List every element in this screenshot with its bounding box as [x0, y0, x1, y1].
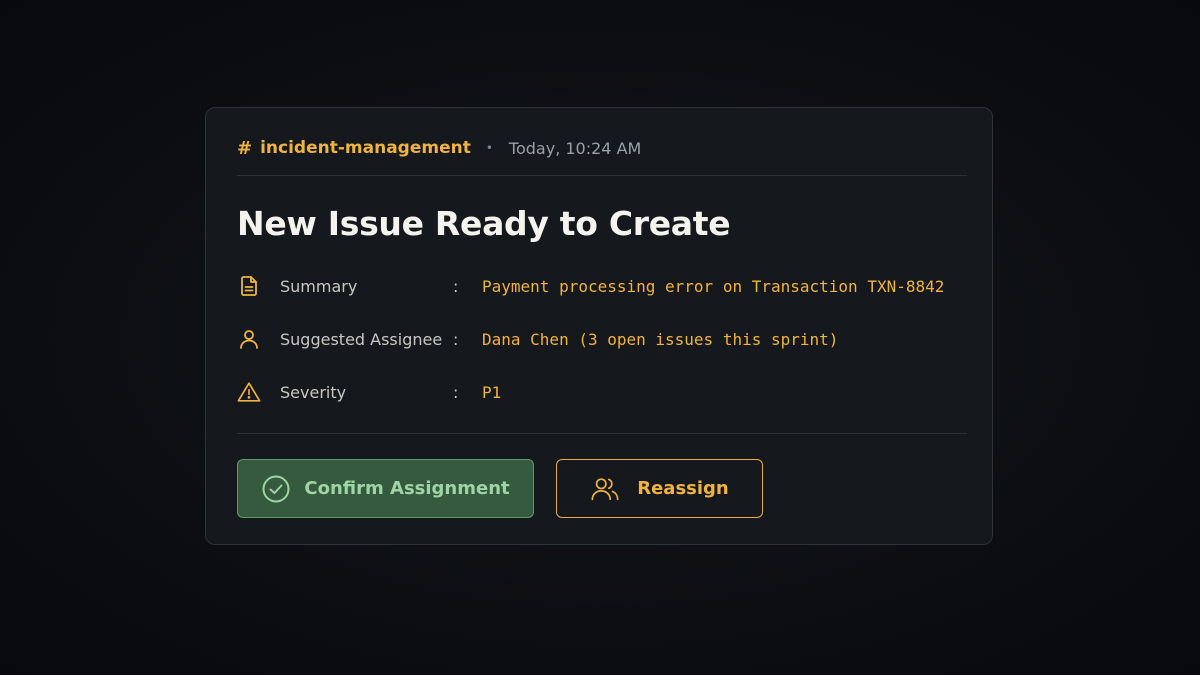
field-severity: Severity : P1	[237, 377, 501, 407]
confirm-assignment-button[interactable]: Confirm Assignment	[237, 459, 534, 518]
page-title: New Issue Ready to Create	[237, 204, 731, 243]
reassign-button[interactable]: Reassign	[556, 459, 763, 518]
field-assignee: Suggested Assignee : Dana Chen (3 open i…	[237, 324, 838, 354]
reassign-button-label: Reassign	[637, 478, 729, 499]
users-icon	[590, 474, 620, 504]
issue-card: # incident-management • Today, 10:24 AM …	[205, 107, 993, 545]
warning-icon	[237, 380, 261, 404]
field-value: Payment processing error on Transaction …	[482, 276, 945, 296]
field-colon: :	[453, 382, 459, 402]
field-label: Severity	[280, 382, 347, 402]
message-timestamp: Today, 10:24 AM	[508, 138, 642, 158]
confirm-button-label: Confirm Assignment	[304, 478, 510, 499]
header-separator: •	[485, 141, 493, 155]
field-value: Dana Chen (3 open issues this sprint)	[482, 329, 839, 349]
header-divider	[237, 175, 967, 176]
field-label: Summary	[280, 276, 358, 296]
user-icon	[237, 327, 261, 351]
actions-divider	[237, 433, 967, 434]
field-value: P1	[482, 382, 502, 402]
field-colon: :	[453, 329, 459, 349]
field-colon: :	[453, 276, 459, 296]
channel-hash-icon: #	[237, 137, 253, 159]
check-circle-icon	[261, 474, 291, 504]
channel-name[interactable]: incident-management	[260, 138, 471, 158]
message-header: # incident-management • Today, 10:24 AM	[237, 136, 641, 160]
field-summary: Summary : Payment processing error on Tr…	[237, 271, 944, 301]
document-icon	[237, 274, 261, 298]
field-label: Suggested Assignee	[280, 329, 443, 349]
